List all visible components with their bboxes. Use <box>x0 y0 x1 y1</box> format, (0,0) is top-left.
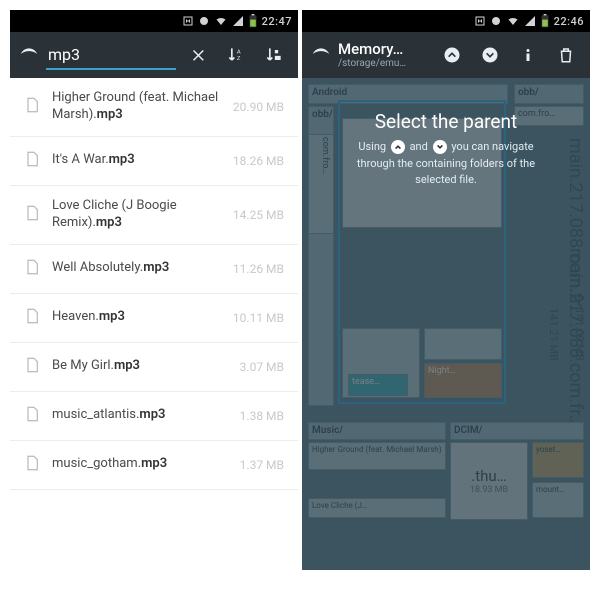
treemap[interactable]: Android obb/ obb/ com.fro… com.fro… main… <box>302 78 590 570</box>
file-icon <box>24 306 40 330</box>
list-item[interactable]: Be My Girl.mp3 3.07 MB <box>10 343 298 392</box>
search-input-wrap <box>46 41 176 70</box>
file-name: Well Absolutely.mp3 <box>52 260 221 277</box>
app-logo-icon <box>310 42 332 68</box>
signal-icon <box>524 15 536 27</box>
chevron-down-icon <box>433 140 447 154</box>
file-size: 11.26 MB <box>233 262 284 276</box>
file-name: Be My Girl.mp3 <box>52 358 228 375</box>
svg-text:Z: Z <box>237 56 241 62</box>
app-bar: AZ <box>10 32 298 78</box>
battery-icon <box>248 14 258 28</box>
list-item[interactable]: music_gotham.mp3 1.37 MB <box>10 441 298 490</box>
chevron-down-circle-icon <box>480 45 500 65</box>
path-title-sub: /storage/emu… <box>338 58 430 69</box>
nav-down-button[interactable] <box>474 39 506 71</box>
nfc-icon <box>182 15 194 27</box>
svg-text:A: A <box>237 49 241 55</box>
file-name: It's A War.mp3 <box>52 152 221 169</box>
file-icon <box>24 257 40 281</box>
list-item[interactable]: Well Absolutely.mp3 11.26 MB <box>10 245 298 294</box>
sort-size-button[interactable] <box>258 39 290 71</box>
phone-right: 22:46 Memory… /storage/emu… Android <box>302 10 590 570</box>
status-bar: 22:46 <box>302 10 590 32</box>
status-clock: 22:46 <box>554 15 584 28</box>
file-size: 1.38 MB <box>240 409 284 423</box>
file-icon <box>24 203 40 227</box>
sort-size-icon <box>264 45 284 65</box>
file-icon <box>24 355 40 379</box>
search-input[interactable] <box>46 41 176 70</box>
signal-icon <box>232 15 244 27</box>
nav-up-button[interactable] <box>436 39 468 71</box>
file-size: 20.90 MB <box>233 100 284 114</box>
info-icon <box>519 46 537 64</box>
close-icon <box>189 46 207 64</box>
file-size: 10.11 MB <box>233 311 284 325</box>
file-icon <box>24 95 40 119</box>
chevron-up-circle-icon <box>442 45 462 65</box>
file-name: Higher Ground (feat. Michael Marsh).mp3 <box>52 90 221 124</box>
file-size: 18.26 MB <box>233 154 284 168</box>
list-item[interactable]: Heaven.mp3 10.11 MB <box>10 294 298 343</box>
trash-icon <box>557 46 575 64</box>
list-item[interactable]: Higher Ground (feat. Michael Marsh).mp3 … <box>10 78 298 137</box>
path-title-main: Memory… <box>338 41 430 58</box>
file-name: music_atlantis.mp3 <box>52 407 228 424</box>
nfc-icon <box>474 15 486 27</box>
path-title[interactable]: Memory… /storage/emu… <box>338 41 430 69</box>
list-item[interactable]: It's A War.mp3 18.26 MB <box>10 137 298 186</box>
phone-left: 22:47 AZ Higher Ground (feat. Michael Ma… <box>10 10 298 570</box>
delete-button[interactable] <box>550 39 582 71</box>
wifi-icon <box>214 15 228 27</box>
overlay-text: Using and you can navigate through the c… <box>341 139 551 189</box>
list-item[interactable]: Love Cliche (J Boogie Remix).mp3 14.25 M… <box>10 186 298 245</box>
list-item[interactable]: music_atlantis.mp3 1.38 MB <box>10 392 298 441</box>
alarm-icon <box>198 15 210 27</box>
status-clock: 22:47 <box>262 15 292 28</box>
file-name: music_gotham.mp3 <box>52 456 228 473</box>
file-size: 1.37 MB <box>240 458 284 472</box>
sort-az-button[interactable]: AZ <box>220 39 252 71</box>
battery-icon <box>540 14 550 28</box>
app-bar: Memory… /storage/emu… <box>302 32 590 78</box>
file-size: 3.07 MB <box>240 360 284 374</box>
file-icon <box>24 453 40 477</box>
overlay-title: Select the parent <box>375 110 517 133</box>
file-list: Higher Ground (feat. Michael Marsh).mp3 … <box>10 78 298 570</box>
file-name: Love Cliche (J Boogie Remix).mp3 <box>52 198 221 232</box>
sort-az-icon: AZ <box>226 45 246 65</box>
file-icon <box>24 404 40 428</box>
clear-search-button[interactable] <box>182 39 214 71</box>
file-size: 14.25 MB <box>233 208 284 222</box>
file-name: Heaven.mp3 <box>52 309 221 326</box>
info-button[interactable] <box>512 39 544 71</box>
app-logo-icon <box>18 42 40 68</box>
wifi-icon <box>506 15 520 27</box>
tutorial-overlay[interactable]: Select the parent Using and you can navi… <box>302 78 590 570</box>
file-icon <box>24 149 40 173</box>
alarm-icon <box>490 15 502 27</box>
status-bar: 22:47 <box>10 10 298 32</box>
chevron-up-icon <box>391 140 405 154</box>
